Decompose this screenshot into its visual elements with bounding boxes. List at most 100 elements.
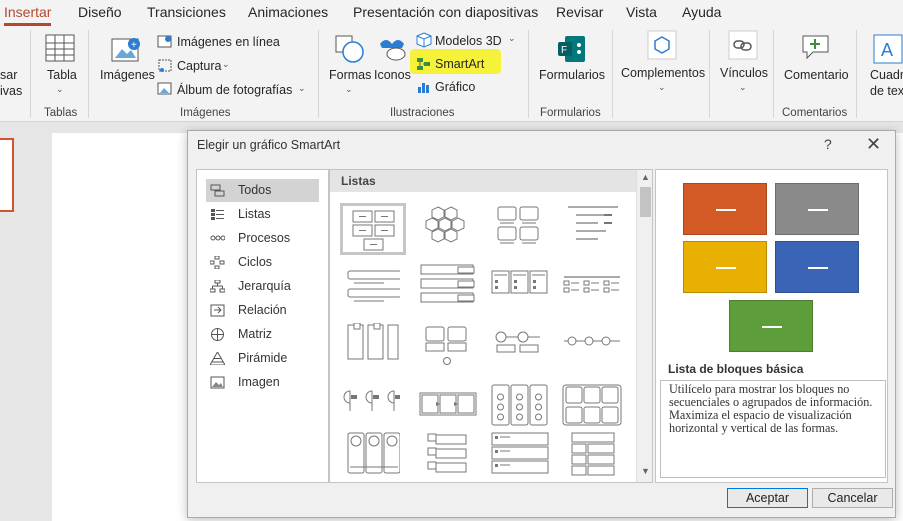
layout-lista-bloques-basica[interactable] [340, 203, 406, 255]
gallery-scrollbar[interactable]: ▲ ▼ [636, 170, 652, 482]
chevron-down-icon: ⌄ [658, 82, 666, 92]
scroll-up-icon[interactable]: ▲ [641, 172, 650, 182]
layout-preview: Lista de bloques básica Utilícelo para m… [655, 169, 888, 483]
all-layouts-icon [210, 184, 225, 197]
layout-lista-titulos[interactable] [340, 323, 406, 375]
layout-columnas-circulos[interactable] [490, 383, 556, 435]
accept-button[interactable]: Aceptar [727, 488, 808, 508]
tab-transiciones[interactable]: Transiciones [147, 4, 226, 20]
layout-thumbnail [343, 390, 400, 411]
layout-circulos-linea[interactable] [562, 323, 628, 375]
layout-thumbnail [419, 392, 477, 416]
add-ins-icon [647, 30, 677, 60]
ribbon-tab-bar: Insertar Diseño Transiciones Animaciones… [0, 0, 903, 26]
layout-columnas-imagen[interactable] [340, 431, 406, 482]
matrix-icon [211, 328, 224, 341]
category-todos[interactable]: Todos [206, 179, 319, 202]
chevron-down-icon: ⌄ [298, 83, 306, 93]
pyramid-icon [210, 352, 225, 365]
layout-thumbnail [563, 276, 620, 293]
layout-thumbnail [495, 331, 540, 353]
preview-block-green [729, 300, 813, 352]
group-separator [709, 30, 710, 118]
layout-semicirculos[interactable] [340, 383, 406, 435]
svg-text:A: A [881, 40, 893, 60]
partial-command-2: ivas [0, 84, 23, 98]
category-procesos[interactable]: Procesos [206, 227, 319, 250]
scroll-down-icon[interactable]: ▼ [641, 466, 650, 476]
layout-thumbnail [347, 323, 399, 360]
slide-thumbnail[interactable] [0, 138, 14, 212]
preview-text-placeholder [762, 326, 782, 328]
layout-lista-imagenes[interactable] [418, 323, 484, 375]
category-ciclos[interactable]: Ciclos [206, 251, 319, 274]
layout-lista-tabla[interactable] [490, 431, 556, 482]
cycle-icon [210, 256, 225, 269]
tab-ayuda[interactable]: Ayuda [682, 4, 721, 20]
category-matriz[interactable]: Matriz [206, 323, 319, 346]
layout-thumbnail [562, 384, 622, 426]
category-jerarquia[interactable]: Jerarquía [206, 275, 319, 298]
layout-lista-apilada[interactable] [418, 263, 484, 315]
layout-lista-vertical[interactable] [340, 263, 406, 315]
layout-thumbnail [564, 336, 620, 346]
cuadro-label-1: Cuadr [870, 68, 903, 82]
table-icon [45, 34, 75, 62]
group-separator [612, 30, 613, 118]
layout-circulos-lista[interactable] [490, 323, 556, 375]
icons-icon [380, 40, 406, 61]
tab-insertar[interactable]: Insertar [4, 4, 51, 20]
close-button[interactable]: ✕ [866, 134, 881, 155]
category-imagen[interactable]: Imagen [206, 371, 319, 394]
category-label: Jerarquía [238, 279, 291, 293]
tab-presentacion[interactable]: Presentación con diapositivas [353, 4, 538, 20]
category-piramide[interactable]: Pirámide [206, 347, 319, 370]
shapes-icon [335, 35, 364, 63]
tabla-label: Tabla [47, 68, 77, 82]
layout-flechas-bloques[interactable] [418, 383, 484, 435]
screenshot-icon [158, 59, 172, 72]
layout-lista-viñetas[interactable] [490, 263, 556, 315]
photo-album-icon [157, 82, 172, 95]
layout-thumbnail [420, 264, 475, 303]
scroll-thumb[interactable] [640, 187, 651, 217]
layout-lista-lineas[interactable] [562, 203, 628, 255]
layout-thumbnail [571, 432, 615, 476]
group-separator [773, 30, 774, 118]
tab-vista[interactable]: Vista [626, 4, 657, 20]
layout-gallery: Listas ▲ ▼ [329, 169, 653, 483]
layout-thumbnail [352, 210, 395, 251]
layout-lista-agrupada[interactable] [490, 203, 556, 255]
layout-cuadricula[interactable] [562, 383, 628, 435]
group-separator [528, 30, 529, 118]
layout-thumbnail [497, 206, 539, 244]
tab-diseno[interactable]: Diseño [78, 4, 122, 20]
partial-command-1[interactable]: sar [0, 68, 17, 82]
comentario-label: Comentario [784, 68, 849, 82]
picture-icon [210, 376, 225, 389]
layout-lista-pila[interactable] [562, 431, 628, 482]
layout-hexagonos[interactable] [418, 203, 484, 255]
list-icon [211, 209, 224, 220]
grafico-label: Gráfico [435, 80, 476, 94]
tab-revisar[interactable]: Revisar [556, 4, 603, 20]
tab-animaciones[interactable]: Animaciones [248, 4, 328, 20]
category-relacion[interactable]: Relación [206, 299, 319, 322]
category-listas[interactable]: Listas [206, 203, 319, 226]
text-box-icon: A [873, 34, 903, 64]
layout-lista-arbol[interactable] [562, 263, 628, 315]
chevron-down-icon: ⌄ [56, 84, 64, 94]
layout-lista-cuadros[interactable] [418, 431, 484, 482]
preview-description: Utilícelo para mostrar los bloques no se… [660, 380, 886, 478]
svg-text:+: + [131, 40, 137, 51]
formas-label: Formas [329, 68, 372, 82]
captura-label: Captura [177, 59, 222, 73]
layout-thumbnail [427, 433, 467, 473]
picture-icon: + [111, 38, 140, 62]
dialog-title: Elegir un gráfico SmartArt [197, 138, 341, 152]
preview-text-placeholder [716, 209, 736, 211]
group-label-formularios: Formularios [540, 107, 601, 119]
category-label: Relación [238, 303, 287, 317]
help-button[interactable]: ? [824, 136, 832, 152]
cancel-button[interactable]: Cancelar [812, 488, 893, 508]
